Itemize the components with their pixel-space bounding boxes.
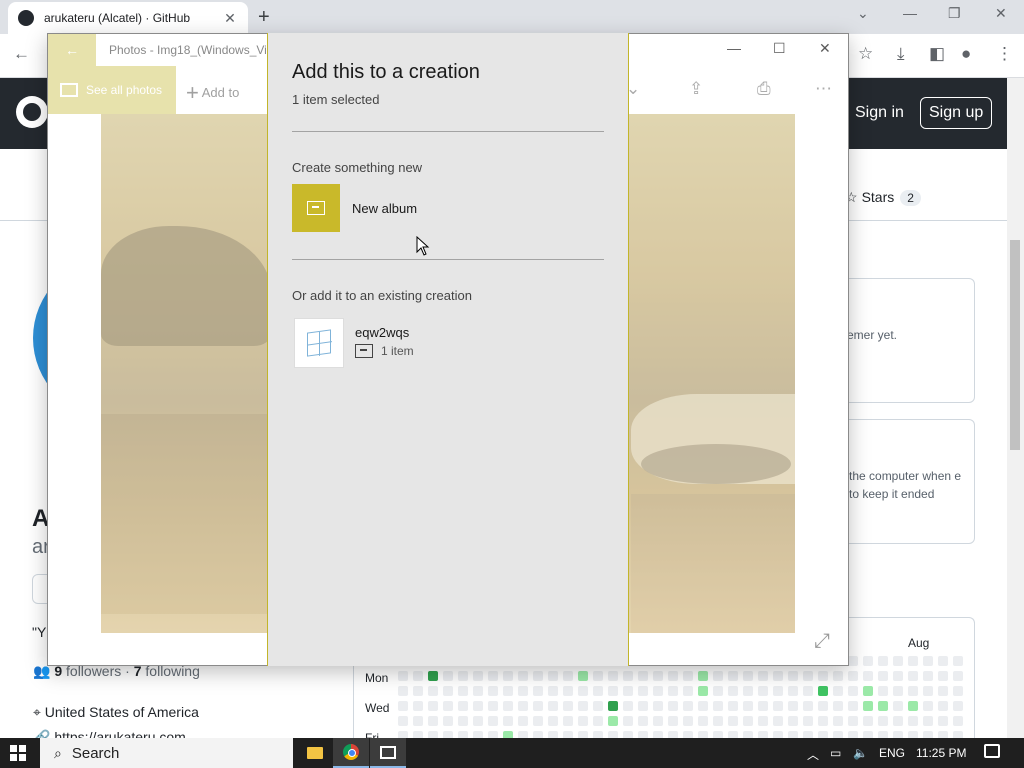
browser-tab-strip: arukateru (Alcatel) · GitHub ✕ + ⌄ — ❐ ✕	[0, 0, 1024, 34]
browser-tab[interactable]: arukateru (Alcatel) · GitHub ✕	[8, 2, 248, 34]
photos-icon	[380, 745, 396, 759]
card-text: emer yet.	[847, 328, 898, 342]
creation-item-name[interactable]: eqw2wqs	[355, 325, 409, 340]
back-arrow-icon[interactable]: ←	[13, 44, 30, 64]
pinned-card[interactable]: emer yet.	[840, 278, 975, 403]
new-tab-button[interactable]: +	[258, 6, 270, 29]
month-label: Aug	[908, 636, 930, 650]
notifications-icon[interactable]	[984, 744, 1000, 758]
divider	[292, 259, 604, 260]
show-hidden-icons-icon[interactable]: ︿	[807, 746, 819, 763]
bookmark-star-icon[interactable]: ☆	[858, 44, 873, 64]
windows-logo-icon	[307, 329, 331, 357]
location-text: United States of America	[44, 704, 199, 720]
creation-thumbnail[interactable]	[294, 318, 344, 368]
menu-dots-icon[interactable]: ⋮	[996, 44, 1013, 64]
stars-label: Stars	[861, 189, 895, 205]
sign-in-link[interactable]: Sign in	[855, 104, 904, 122]
profile-bio: "Y	[32, 624, 47, 640]
existing-section-label: Or add it to an existing creation	[292, 288, 472, 303]
profile-icon[interactable]: ●	[961, 44, 971, 64]
restore-button[interactable]: ❐	[948, 5, 961, 22]
minimize-button[interactable]: —	[903, 5, 917, 21]
tab-title: arukateru (Alcatel) · GitHub	[44, 11, 191, 25]
close-tab-icon[interactable]: ✕	[222, 10, 238, 27]
search-placeholder: Search	[71, 744, 120, 762]
start-button[interactable]	[10, 745, 26, 761]
new-album-button[interactable]: New album	[352, 201, 417, 216]
album-icon	[307, 201, 325, 215]
scrollbar-thumb[interactable]	[1010, 240, 1020, 450]
panel-title: Add this to a creation	[292, 61, 480, 83]
creation-item-count: 1 item	[381, 344, 414, 358]
new-album-tile[interactable]	[292, 184, 340, 232]
panel-subtitle: 1 item selected	[292, 92, 380, 107]
chevron-down-icon[interactable]: ⌄	[857, 5, 869, 22]
chrome-taskbar-button[interactable]	[333, 738, 369, 768]
stars-tab[interactable]: ☆ Stars 2	[845, 189, 921, 206]
github-logo-icon[interactable]	[16, 96, 48, 128]
stars-count: 2	[900, 190, 921, 206]
side-panel-icon[interactable]: ◧	[929, 44, 945, 64]
creation-meta: 1 item	[355, 344, 414, 358]
day-label-wed: Wed	[365, 701, 390, 715]
add-to-creation-panel: Add this to a creation 1 item selected C…	[267, 33, 629, 666]
create-section-label: Create something new	[292, 160, 423, 175]
photos-taskbar-button[interactable]	[370, 738, 406, 768]
pinned-card[interactable]: the computer when e to keep it ended	[840, 419, 975, 544]
album-icon	[355, 344, 373, 358]
language-indicator[interactable]: ENG	[879, 746, 905, 760]
windows-taskbar: ⌕ Search ︿ ▭ 🔈 ENG 11:25 PM	[0, 738, 1024, 768]
card-text: the computer when e to keep it ended	[849, 469, 962, 501]
download-icon[interactable]: ⤓	[897, 44, 905, 64]
clock[interactable]: 11:25 PM	[916, 746, 966, 760]
volume-muted-icon[interactable]: 🔈	[853, 746, 868, 760]
search-icon: ⌕	[54, 744, 62, 761]
sign-up-button[interactable]: Sign up	[920, 97, 993, 129]
location-row: ⌖ United States of America	[33, 704, 199, 721]
location-pin-icon: ⌖	[33, 704, 41, 720]
network-icon[interactable]: ▭	[830, 746, 841, 760]
day-label-mon: Mon	[365, 671, 389, 685]
folder-icon	[307, 747, 323, 759]
chrome-icon	[343, 744, 359, 760]
divider	[292, 131, 604, 132]
expand-icon[interactable]: ⤢	[814, 630, 830, 653]
close-window-button[interactable]: ✕	[995, 5, 1007, 22]
file-explorer-button[interactable]	[297, 738, 333, 768]
github-favicon-icon	[18, 10, 34, 26]
contribution-grid	[398, 656, 968, 740]
taskbar-search-input[interactable]: ⌕ Search	[40, 738, 293, 768]
